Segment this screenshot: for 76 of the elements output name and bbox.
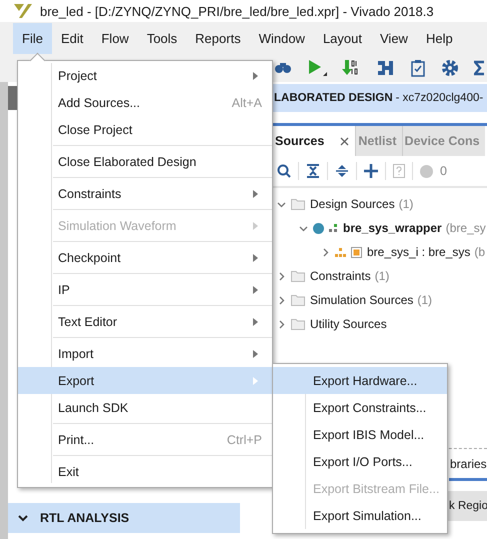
menu-item[interactable]: IP	[18, 276, 272, 303]
hierarchy-icon	[329, 224, 338, 232]
section-title: RTL ANALYSIS	[40, 511, 130, 525]
logo-icon	[14, 4, 32, 18]
menu-bar-item[interactable]: Tools	[138, 22, 186, 54]
menu-bar-item[interactable]: Window	[250, 22, 314, 54]
window-title: bre_led - [D:/ZYNQ/ZYNQ_PRI/bre_led/bre_led.xpr] - Vivado 2018.3	[40, 4, 434, 18]
item-count: (1)	[374, 269, 390, 283]
close-icon[interactable]	[340, 136, 350, 146]
menu-bar-item[interactable]: Help	[416, 22, 462, 54]
menu-item[interactable]: Export Hardware...	[273, 367, 447, 394]
tab-label: Netlist	[358, 134, 397, 148]
folder-icon	[291, 294, 305, 306]
dot-icon	[313, 222, 324, 234]
tab-label: Sources	[275, 134, 324, 148]
design-title: LABORATED DESIGN	[274, 92, 393, 104]
menu-item[interactable]: Add Sources... Alt+A	[18, 89, 272, 116]
clipboard-icon[interactable]	[410, 59, 426, 77]
tree-label[interactable]: bre_sys_i : bre_sys	[367, 245, 470, 259]
menu-bar-item[interactable]: Layout	[314, 22, 371, 54]
menu-item[interactable]: Project	[18, 62, 272, 89]
chevron-icon[interactable]	[277, 272, 286, 280]
menu-item[interactable]: Export Simulation...	[273, 502, 447, 529]
tree-label[interactable]: bre_sys_wrapper	[343, 221, 442, 235]
menu-item[interactable]: Close Project	[18, 116, 272, 143]
shortcut-text: Alt+A	[232, 96, 262, 110]
tab-label: Device Cons	[404, 134, 480, 148]
menu-item[interactable]: Checkpoint	[18, 244, 272, 271]
folder-icon	[291, 198, 305, 210]
chevron-icon[interactable]	[277, 200, 286, 208]
menu-bar-item[interactable]: Reports	[186, 22, 250, 54]
folder-icon	[291, 270, 305, 282]
expand-all-icon[interactable]	[335, 164, 349, 178]
menu-item[interactable]: Print... Ctrl+P	[18, 426, 272, 453]
chevron-icon[interactable]	[299, 224, 308, 232]
folder-icon	[291, 318, 305, 330]
sigma-icon[interactable]	[474, 59, 484, 77]
module-detail: (b	[474, 245, 486, 259]
run-icon[interactable]	[307, 59, 327, 77]
search-icon[interactable]	[277, 164, 291, 178]
module-detail: (bre_sy	[446, 221, 486, 235]
chevron-icon[interactable]	[321, 248, 330, 256]
add-icon[interactable]	[364, 164, 378, 178]
menu-bar-item[interactable]: Edit	[52, 22, 92, 54]
part-number: - xc7z020clg400-	[396, 92, 484, 104]
tree-label[interactable]: Simulation Sources	[310, 293, 414, 307]
collapse-all-icon[interactable]	[306, 164, 320, 178]
item-count: (1)	[417, 293, 432, 307]
panel-tab[interactable]: Sources	[273, 126, 356, 156]
menu-bar-item[interactable]: Flow	[92, 22, 138, 54]
menu-item[interactable]: Export IBIS Model...	[273, 421, 447, 448]
menu-item[interactable]: Export	[18, 367, 272, 394]
tree-label[interactable]: Utility Sources	[310, 317, 387, 331]
tree-label[interactable]: Constraints	[310, 269, 371, 283]
tree-label[interactable]: Design Sources	[310, 197, 395, 211]
hierarchy-icon	[335, 248, 346, 256]
flow-section-header[interactable]: RTL ANALYSIS	[8, 503, 240, 533]
menu-item[interactable]: Import	[18, 340, 272, 367]
block-icon	[351, 246, 362, 258]
message-count: 0	[440, 164, 447, 178]
panel-header-bar	[8, 86, 18, 110]
settings-icon[interactable]	[441, 59, 459, 77]
item-count: (1)	[398, 197, 414, 211]
menu-bar-item[interactable]: File	[13, 22, 52, 54]
shortcut-text: Ctrl+P	[226, 432, 262, 446]
menu-item[interactable]: Close Elaborated Design	[18, 148, 272, 175]
menu-item[interactable]: Constraints	[18, 180, 272, 207]
menu-item[interactable]: Exit	[18, 458, 272, 485]
binoculars-icon[interactable]	[274, 62, 292, 74]
menu-item[interactable]: Launch SDK	[18, 394, 272, 421]
menu-item[interactable]: Export I/O Ports...	[273, 448, 447, 475]
chevron-icon[interactable]	[277, 296, 286, 304]
menu-bar-item[interactable]: View	[371, 22, 417, 54]
chevron-icon[interactable]	[277, 320, 286, 328]
menu-item[interactable]: Export Constraints...	[273, 394, 447, 421]
menu-item[interactable]: Text Editor	[18, 308, 272, 335]
